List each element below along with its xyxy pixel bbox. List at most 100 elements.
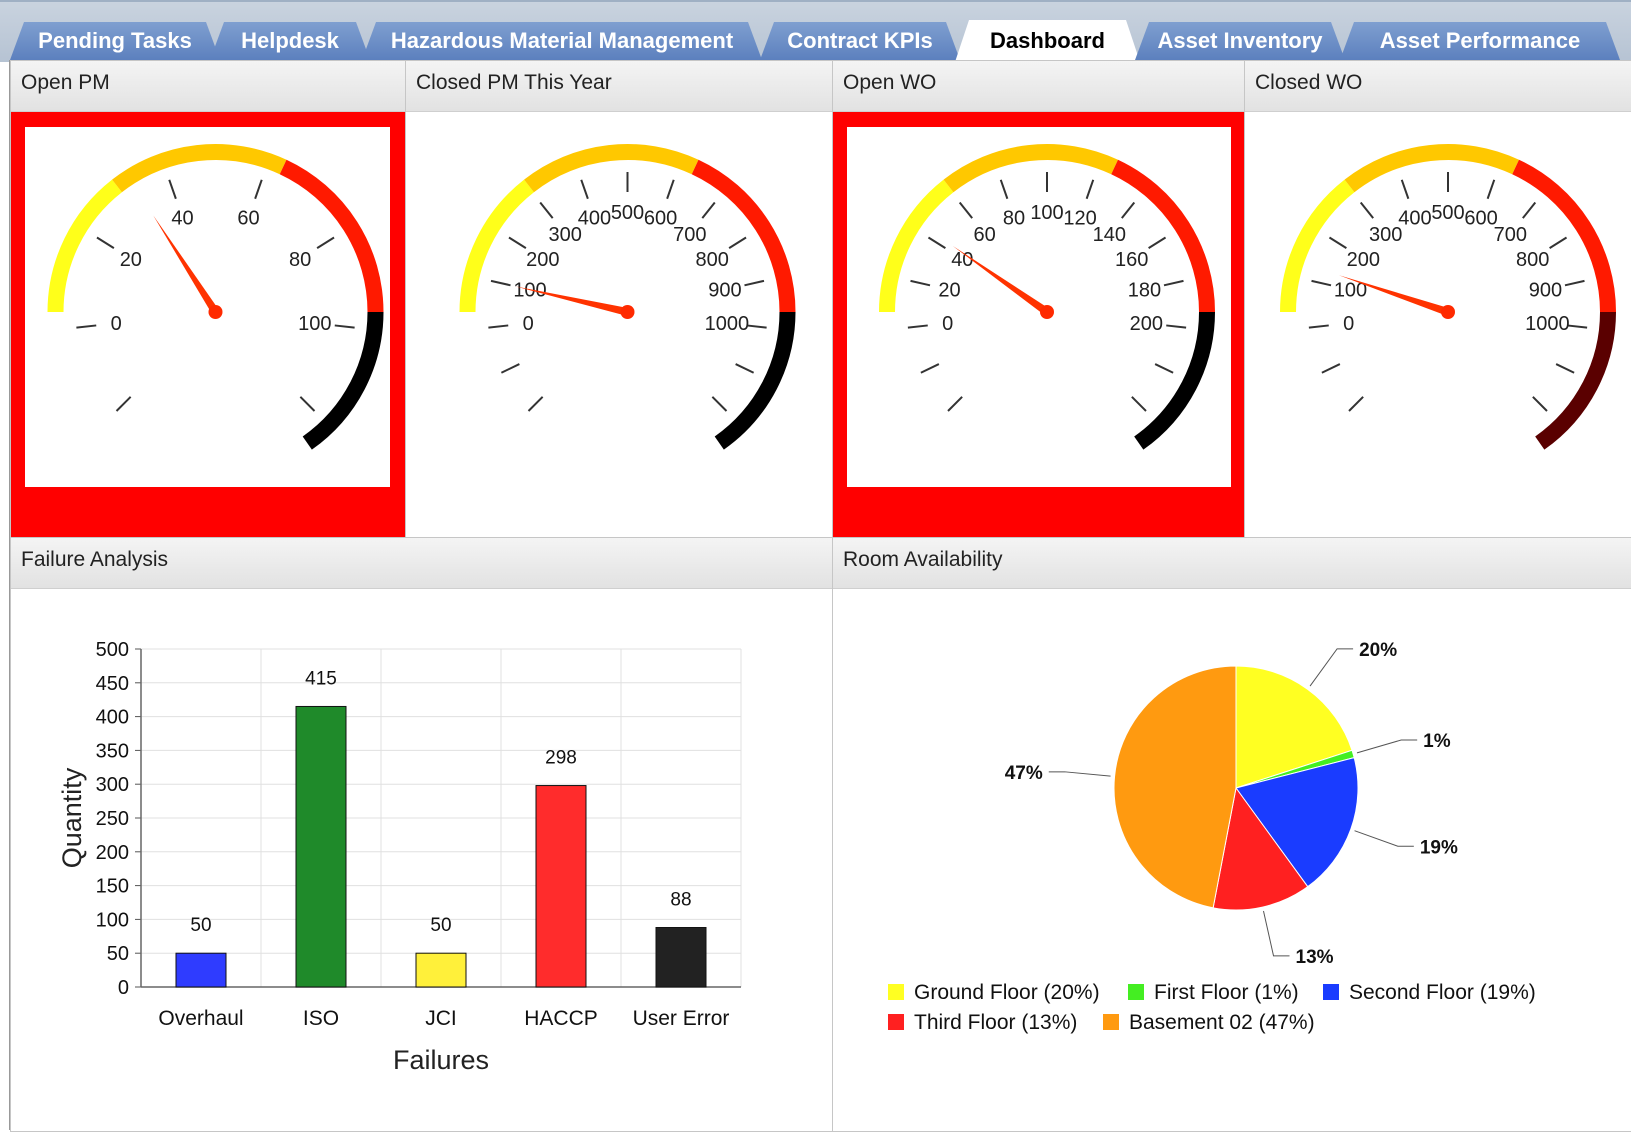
x-tick-label: Overhaul — [158, 1007, 243, 1030]
gauge-tick-label: 20 — [938, 280, 960, 302]
gauge-tick — [1085, 179, 1095, 200]
gauge-tick — [1532, 396, 1548, 412]
pie-callout-line — [1356, 739, 1418, 754]
pie-callout-label: 19% — [1420, 837, 1458, 858]
panel-title: Room Availability — [833, 538, 1631, 589]
gauge-open-wo: 020406080 100 120140160180200 — [879, 144, 1215, 450]
gauge-tick — [1131, 396, 1147, 412]
y-tick-label: 450 — [96, 673, 129, 695]
tab-asset-inventory[interactable]: Asset Inventory — [1135, 22, 1345, 60]
gauge-tick — [1311, 279, 1332, 287]
bar-value-label: 50 — [430, 915, 451, 936]
gauge-tick — [1555, 363, 1575, 374]
tab-pending-tasks[interactable]: Pending Tasks — [10, 22, 220, 60]
gauge-closed-wo: 0100200300400 500 6007008009001000 — [1280, 144, 1616, 450]
bar-value-label: 88 — [670, 890, 691, 911]
gauge-pivot — [1040, 305, 1054, 319]
gauge-tick — [299, 396, 316, 412]
legend-label: Second Floor (19%) — [1349, 981, 1536, 1004]
gauge-band-mid — [112, 144, 287, 193]
legend-label: First Floor (1%) — [1154, 981, 1299, 1004]
gauge-tick-label: 100 — [513, 280, 546, 302]
gauge-tick-label: 900 — [1529, 280, 1562, 302]
y-tick-label: 200 — [96, 842, 129, 864]
gauge-needle — [153, 215, 219, 315]
gauge-tick-label: 40 — [951, 249, 973, 271]
panel-title: Closed WO — [1245, 61, 1631, 112]
legend-swatch — [1103, 1014, 1119, 1030]
gauge-tick — [1154, 363, 1174, 374]
bar-iso — [295, 705, 347, 988]
gauge-band-mid — [524, 144, 699, 193]
gauge-tick-label: 200 — [526, 249, 559, 271]
failure-bar-chart: 0 50 100 150 200 250 300 350 400 450 500 50 Overhaul… — [57, 639, 742, 1075]
tab-contract-kpis[interactable]: Contract KPIs — [760, 22, 960, 60]
failure-analysis-panel: Failure Analysis 0 50 100 150 200 250 300 350 40… — [10, 537, 834, 1132]
gauge-tick — [910, 279, 931, 287]
bar-value-label: 298 — [545, 748, 577, 769]
gauge-tick-label: 100 — [298, 313, 331, 335]
gauge-tick-label: 100 — [1030, 202, 1063, 224]
gauge-tick-label: 1000 — [1525, 313, 1570, 335]
gauge-tick-label: 1000 — [705, 313, 750, 335]
gauge-tick — [316, 236, 335, 250]
gauge-band-mid — [1344, 144, 1519, 193]
tab-bar: Pending Tasks Helpdesk Hazardous Materia… — [0, 0, 1631, 62]
gauge-panel-open-wo: Open WO 0 20 40 60 80 100 120 140 160 180 200 — [832, 60, 1246, 539]
bar-haccp — [535, 785, 587, 988]
gauge-tick — [1328, 236, 1347, 250]
gauge-tick — [735, 363, 755, 374]
gauge-tick — [76, 324, 97, 329]
gauge-pivot — [208, 305, 223, 319]
gauge-needle — [952, 245, 1050, 316]
x-tick-label: User Error — [633, 1007, 730, 1030]
gauge-tick-label: 80 — [1003, 208, 1025, 230]
gauge-tick — [254, 179, 263, 200]
legend-swatch — [1128, 984, 1144, 1000]
pie-callout-label: 1% — [1423, 731, 1451, 752]
y-tick-label: 100 — [96, 909, 129, 931]
bar-overhaul — [175, 952, 227, 988]
gauge-tick-label: 800 — [1516, 249, 1549, 271]
y-axis-title: Quantity — [57, 767, 87, 868]
gauge-tick — [490, 279, 511, 287]
y-tick-label: 500 — [96, 639, 129, 661]
gauge-tick-label: 60 — [237, 208, 259, 230]
gauge-tick — [1549, 236, 1568, 250]
tab-asset-performance[interactable]: Asset Performance — [1340, 22, 1620, 60]
pie-callout-line — [1262, 910, 1290, 957]
gauge-tick-label: 500 — [1431, 202, 1464, 224]
gauge-tick-label: 20 — [120, 249, 142, 271]
gauge-tick — [999, 179, 1009, 200]
panel-title: Closed PM This Year — [406, 61, 833, 112]
gauge-tick — [947, 396, 963, 412]
gauge-tick — [508, 236, 527, 250]
gauge-band-mid — [943, 144, 1118, 193]
gauge-tick-label: 200 — [1130, 313, 1163, 335]
gauge-tick-label: 200 — [1347, 249, 1380, 271]
gauge-tick-label: 0 — [111, 313, 122, 335]
gauge-tick — [1166, 324, 1187, 329]
tab-helpdesk[interactable]: Helpdesk — [210, 22, 370, 60]
panel-title: Failure Analysis — [11, 538, 833, 589]
tab-dashboard[interactable]: Dashboard — [955, 20, 1140, 62]
gauge-tick — [1359, 201, 1374, 219]
gauge-tick-label: 900 — [708, 280, 741, 302]
gauge-pivot — [620, 305, 635, 319]
gauge-tick — [1567, 324, 1588, 329]
tab-hazardous-material-management[interactable]: Hazardous Material Management — [362, 22, 762, 60]
gauge-tick-label: 160 — [1115, 249, 1148, 271]
gauge-tick-label: 500 — [611, 202, 644, 224]
gauge-tick — [96, 236, 115, 250]
y-tick-label: 350 — [96, 740, 129, 762]
gauge-tick — [1121, 201, 1136, 219]
gauge-tick — [1321, 363, 1341, 374]
gauge-tick — [1400, 179, 1410, 200]
gauge-tick — [1163, 279, 1184, 287]
gauge-tick-label: 180 — [1128, 280, 1161, 302]
gauge-tick-label: 80 — [289, 249, 311, 271]
legend-label: Ground Floor (20%) — [914, 981, 1100, 1004]
panel-title: Open PM — [11, 61, 406, 112]
gauge-tick — [527, 396, 544, 412]
pie-callout-line — [1309, 648, 1354, 687]
